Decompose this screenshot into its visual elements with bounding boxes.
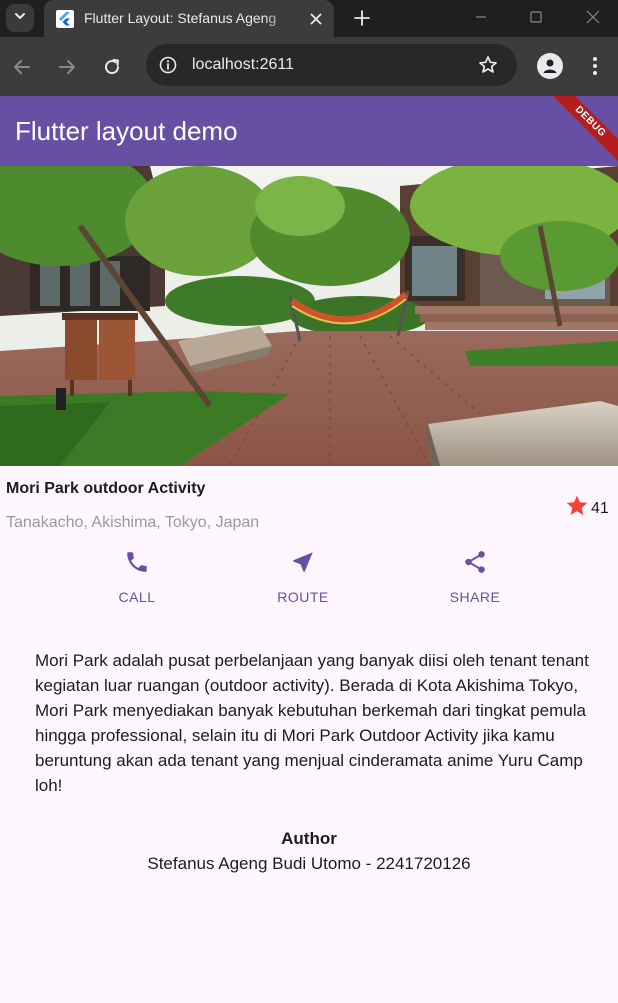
share-button[interactable]: SHARE	[425, 547, 525, 605]
call-label: CALL	[118, 589, 156, 605]
close-window-icon[interactable]	[578, 4, 608, 30]
reload-icon[interactable]	[99, 54, 125, 80]
app-title: Flutter layout demo	[15, 116, 238, 146]
debug-banner: DEBUG	[543, 96, 618, 166]
place-location: Tanakacho, Akishima, Tokyo, Japan	[6, 514, 260, 531]
site-info-icon[interactable]	[156, 53, 180, 77]
url-text: localhost:2611	[192, 56, 294, 73]
profile-avatar-icon[interactable]	[537, 53, 563, 79]
app-bar: Flutter layout demo DEBUG	[0, 96, 618, 166]
star-icon	[565, 494, 589, 523]
phone-icon	[122, 547, 152, 577]
author-heading: Author	[281, 829, 337, 848]
tab-title: Flutter Layout: Stefanus Ageng	[84, 10, 277, 26]
share-label: SHARE	[449, 589, 501, 605]
rating-count: 41	[591, 499, 609, 517]
author-name: Stefanus Ageng Budi Utomo - 2241720126	[147, 854, 471, 873]
near-me-icon	[288, 547, 318, 577]
more-menu-icon[interactable]	[583, 53, 607, 79]
route-button[interactable]: ROUTE	[253, 547, 353, 605]
description-text: Mori Park adalah pusat perbelanjaan yang…	[35, 651, 589, 795]
chevron-down-icon	[13, 9, 27, 28]
browser-tab-bar: Flutter Layout: Stefanus Ageng	[0, 0, 618, 37]
browser-toolbar: localhost:2611	[0, 37, 618, 96]
flutter-logo-icon	[56, 10, 74, 28]
address-bar[interactable]: localhost:2611	[146, 44, 517, 86]
back-arrow-icon[interactable]	[9, 54, 35, 80]
rating: 41	[565, 494, 609, 523]
minimize-icon[interactable]	[466, 4, 496, 30]
route-label: ROUTE	[277, 589, 329, 605]
forward-arrow-icon[interactable]	[54, 54, 80, 80]
call-button[interactable]: CALL	[87, 547, 187, 605]
place-title: Mori Park outdoor Activity	[6, 480, 206, 497]
new-tab-plus-icon[interactable]	[350, 6, 374, 30]
hero-image	[0, 166, 618, 466]
browser-tab-active[interactable]: Flutter Layout: Stefanus Ageng	[44, 0, 334, 37]
tab-search-button[interactable]	[6, 4, 34, 32]
maximize-icon[interactable]	[521, 4, 551, 30]
share-icon	[460, 547, 490, 577]
bookmark-star-icon[interactable]	[476, 53, 500, 77]
close-tab-icon[interactable]	[306, 9, 326, 29]
